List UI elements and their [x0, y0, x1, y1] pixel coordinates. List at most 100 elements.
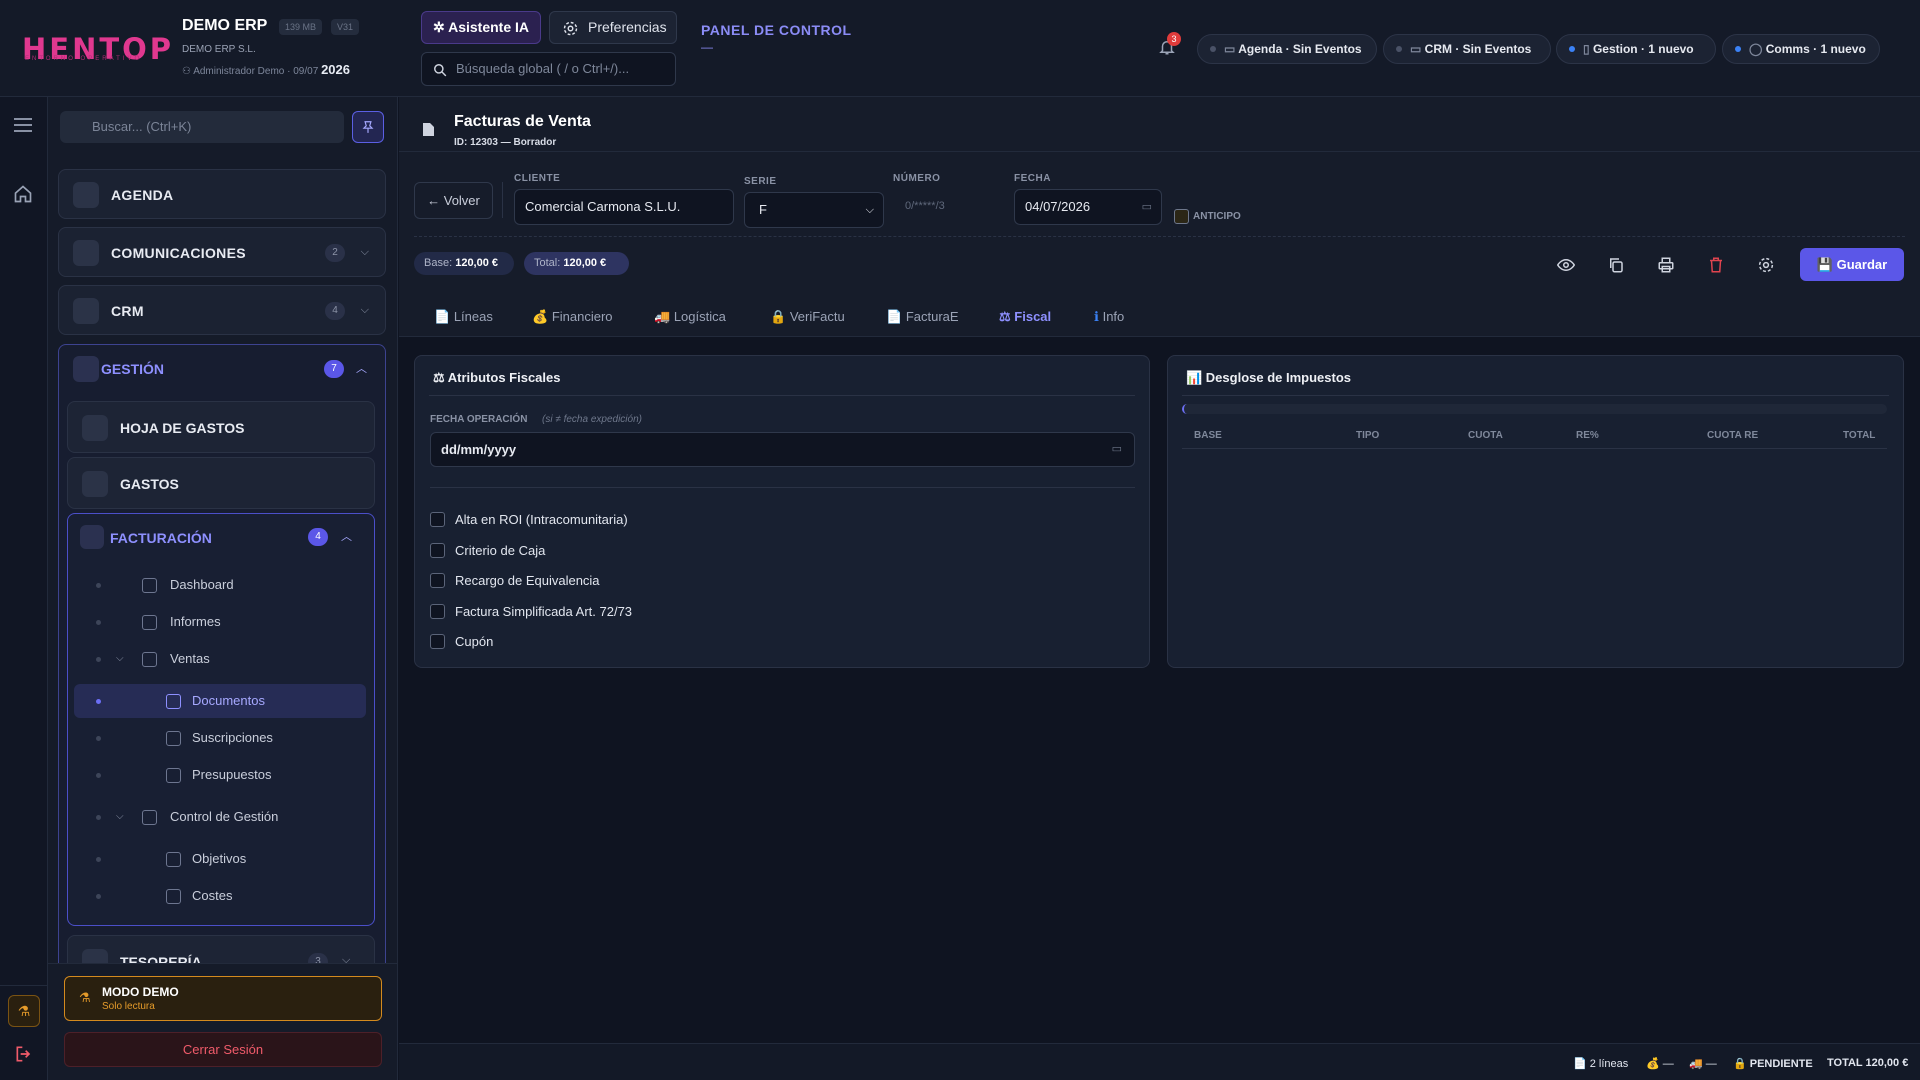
status-dot — [1569, 46, 1575, 52]
preferences-label: Preferencias — [588, 19, 667, 35]
chat-icon: ▭ — [1410, 42, 1425, 56]
bullet — [96, 857, 101, 862]
panel-title[interactable]: PANEL DE CONTROL — [701, 22, 852, 38]
gastos-icon — [82, 471, 108, 497]
nav-item-documentos[interactable]: Documentos — [74, 684, 366, 718]
user-icon: ⚇ — [182, 66, 194, 77]
trash-icon[interactable] — [1707, 256, 1725, 274]
pill-agenda[interactable]: ▭ Agenda · Sin Eventos — [1197, 34, 1377, 64]
global-search-input[interactable]: Búsqueda global ( / o Ctrl+/)... — [421, 52, 676, 86]
copy-icon[interactable] — [1607, 256, 1625, 274]
pill-crm[interactable]: ▭ CRM · Sin Eventos — [1383, 34, 1551, 64]
tab-logistica[interactable]: 🚚 Logística — [654, 297, 726, 337]
pill-comms[interactable]: ◯ Comms · 1 nuevo — [1722, 34, 1880, 64]
eye-icon[interactable] — [1557, 256, 1575, 274]
cliente-field[interactable]: Comercial Carmona S.L.U. — [514, 189, 734, 225]
calendar-icon: ▭ — [1141, 201, 1152, 213]
card-title: 📊 Desglose de Impuestos — [1186, 370, 1352, 385]
recargo-checkbox[interactable] — [430, 573, 445, 588]
report-icon — [142, 615, 157, 630]
chevron-down-icon: ⌵ — [360, 304, 369, 316]
lock-icon: 🔒 — [770, 309, 787, 324]
status-bar: 📄 2 líneas 💰 — 🚚 — 🔒 PENDIENTE TOTAL 120… — [399, 1043, 1920, 1080]
nav-item-objetivos[interactable]: Objetivos — [68, 842, 368, 876]
ai-assistant-label: Asistente IA — [448, 19, 530, 35]
logout-icon[interactable] — [14, 1044, 34, 1064]
ai-assistant-button[interactable]: ✲ Asistente IA — [421, 11, 541, 44]
status-dot — [1735, 46, 1741, 52]
nav-item-suscripciones[interactable]: Suscripciones — [68, 721, 368, 755]
flask-icon[interactable]: ⚗ — [8, 995, 40, 1027]
sidebar-item-label: FACTURACIÓN — [110, 530, 212, 546]
pill-agenda-label: Agenda · Sin Eventos — [1238, 42, 1362, 56]
save-button[interactable]: 💾 Guardar — [1800, 248, 1904, 281]
sidebar-item-hoja-de-gastos[interactable]: HOJA DE GASTOS — [67, 401, 375, 453]
count-badge: 7 — [324, 360, 344, 378]
sidebar-item-facturacion[interactable]: FACTURACIÓN 4 ︿ — [68, 514, 374, 560]
nav-item-label: Suscripciones — [192, 730, 273, 745]
pin-button[interactable] — [352, 111, 384, 143]
sidebar-item-comunicaciones[interactable]: COMUNICACIONES 2 ⌵ — [58, 227, 386, 277]
settings-icon[interactable] — [1757, 256, 1775, 274]
back-button[interactable]: ← Volver — [414, 182, 493, 219]
tab-label: FacturaE — [905, 309, 959, 324]
fecha-label: FECHA — [1014, 173, 1051, 184]
menu-icon[interactable] — [14, 118, 32, 132]
nav-item-dashboard[interactable]: Dashboard — [68, 568, 368, 602]
sparkle-icon: ✲ — [432, 19, 449, 35]
criterio-caja-label: Criterio de Caja — [455, 543, 546, 558]
fecha-operacion-input[interactable]: dd/mm/yyyy ▭ — [430, 432, 1135, 467]
bullet — [96, 699, 101, 704]
gear-icon — [563, 21, 578, 36]
serie-select[interactable]: F ⌵ — [744, 192, 884, 228]
fiscal-attributes-card: ⚖ Atributos Fiscales FECHA OPERACIÓN (si… — [414, 355, 1150, 668]
chevron-down-icon: ⌵ — [116, 811, 124, 822]
tab-fiscal[interactable]: ⚖ Fiscal — [999, 297, 1051, 337]
icon-rail: ⚗ — [0, 97, 48, 1080]
nav-item-label: Ventas — [170, 651, 210, 666]
sidebar-item-agenda[interactable]: AGENDA — [58, 169, 386, 219]
base-value: 120,00 € — [455, 257, 499, 269]
info-icon: ℹ — [1094, 309, 1099, 324]
tab-lineas[interactable]: 📄 Líneas — [434, 297, 493, 337]
comunicaciones-icon — [73, 240, 99, 266]
criterio-caja-checkbox[interactable] — [430, 543, 445, 558]
tab-verifactu[interactable]: 🔒 VeriFactu — [770, 297, 845, 337]
numero-label: NÚMERO — [893, 173, 941, 184]
sidebar-item-gestion[interactable]: GESTIÓN 7 ︿ — [59, 345, 385, 393]
sidebar-search-input[interactable]: Buscar... (Ctrl+K) — [60, 111, 344, 143]
simplificada-label: Factura Simplificada Art. 72/73 — [455, 604, 633, 619]
bullet — [96, 583, 101, 588]
nav-item-presupuestos[interactable]: Presupuestos — [68, 758, 368, 792]
tab-label: VeriFactu — [789, 309, 845, 324]
roi-checkbox[interactable] — [430, 512, 445, 527]
tab-info[interactable]: ℹ Info — [1094, 297, 1124, 337]
cupon-checkbox[interactable] — [430, 634, 445, 649]
home-icon[interactable] — [13, 184, 33, 204]
print-icon[interactable] — [1657, 256, 1675, 274]
status-lines: 📄 2 líneas — [1573, 1058, 1629, 1070]
fecha-field[interactable]: 04/07/2026 ▭ — [1014, 189, 1162, 225]
status-dot — [1396, 46, 1402, 52]
dashboard-icon — [142, 578, 157, 593]
nav-item-control-de-gestion[interactable]: ⌵ Control de Gestión — [68, 800, 368, 834]
bullet — [96, 773, 101, 778]
message-icon: ◯ — [1749, 42, 1766, 56]
nav-item-ventas[interactable]: ⌵ Ventas — [68, 642, 368, 676]
tab-facturae[interactable]: 📄 FacturaE — [886, 297, 959, 337]
document-header: Facturas de Venta ID: 12303 — Borrador — [399, 97, 1920, 152]
tab-financiero[interactable]: 💰 Financiero — [532, 297, 613, 337]
pill-gestion[interactable]: ▯ Gestion · 1 nuevo — [1556, 34, 1716, 64]
logout-button[interactable]: Cerrar Sesión — [64, 1032, 382, 1067]
preferences-button[interactable]: Preferencias — [549, 11, 677, 44]
anticipo-checkbox[interactable] — [1174, 209, 1189, 224]
user-name: Administrador Demo — [193, 66, 285, 77]
sidebar-item-gastos[interactable]: GASTOS — [67, 457, 375, 509]
pill-comms-label: Comms · 1 nuevo — [1765, 42, 1866, 56]
nav-item-costes[interactable]: Costes — [68, 879, 368, 913]
sidebar-item-label: AGENDA — [111, 187, 174, 203]
sidebar-item-crm[interactable]: CRM 4 ⌵ — [58, 285, 386, 335]
simplificada-checkbox[interactable] — [430, 604, 445, 619]
documentos-icon — [166, 694, 181, 709]
nav-item-informes[interactable]: Informes — [68, 605, 368, 639]
